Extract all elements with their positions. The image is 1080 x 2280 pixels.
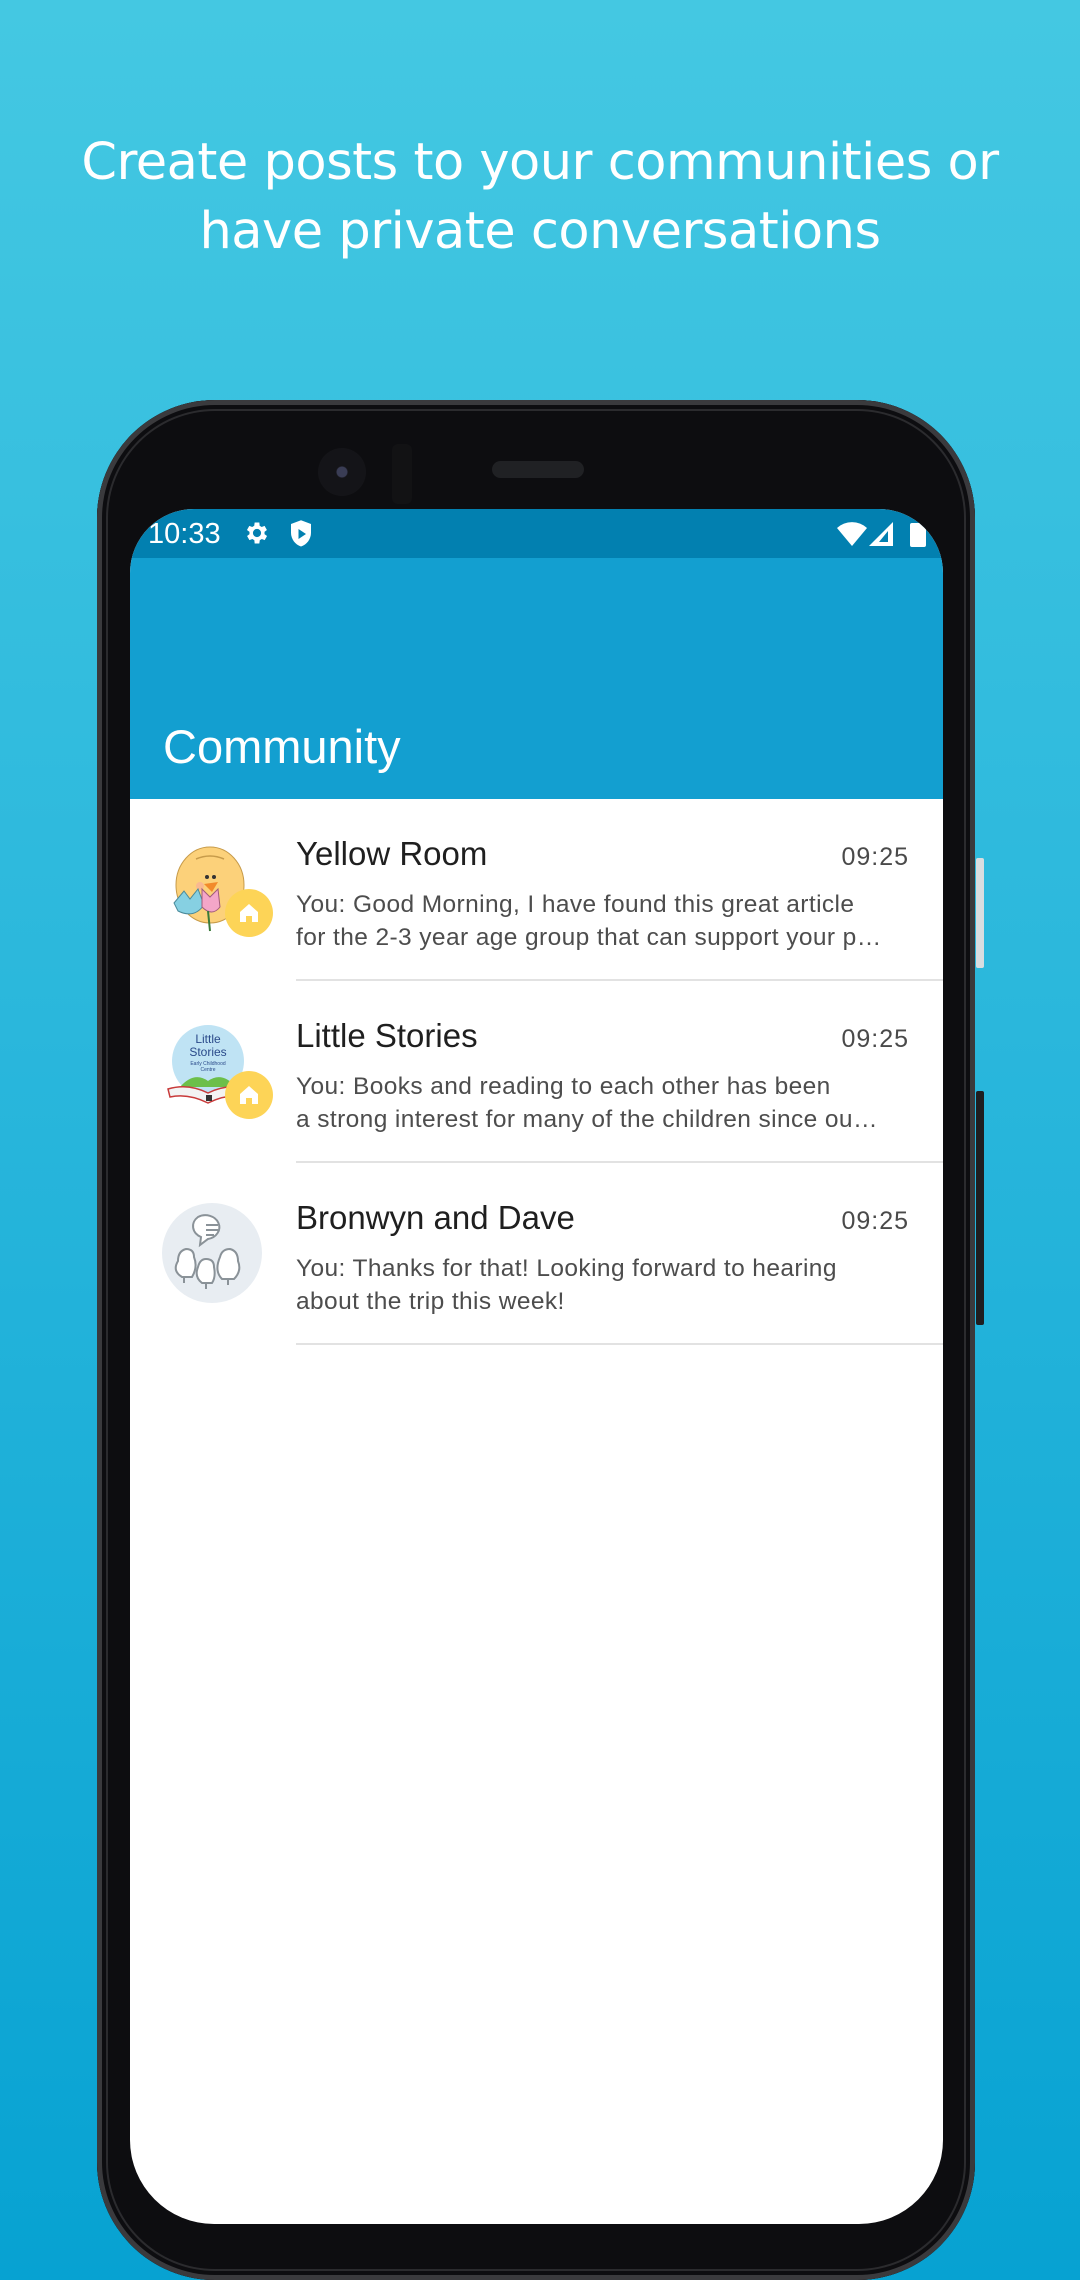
conversation-time: 09:25	[841, 843, 909, 871]
conversation-preview: You: Thanks for that! Looking forward to…	[296, 1252, 911, 1318]
battery-icon	[910, 521, 926, 552]
proximity-sensor	[392, 444, 412, 504]
community-badge	[225, 1071, 273, 1119]
preview-line-1: You: Good Morning, I have found this gre…	[296, 891, 855, 918]
conversation-name: Yellow Room	[296, 835, 488, 872]
preview-line-2: for the 2-3 year age group that can supp…	[296, 924, 882, 951]
preview-line-1: You: Books and reading to each other has…	[296, 1073, 831, 1100]
wifi-icon	[836, 521, 868, 552]
conversation-time: 09:25	[841, 1025, 909, 1053]
preview-line-2: about the trip this week!	[296, 1288, 565, 1315]
tab-children[interactable]	[130, 1974, 270, 2114]
conversation-row-bronwyn-and-dave[interactable]: Bronwyn and Dave 09:25 You: Thanks for t…	[130, 1163, 943, 1345]
status-time: 10:33	[148, 518, 221, 550]
conversation-list: Yellow Room 09:25 You: Good Morning, I h…	[130, 799, 943, 1345]
svg-text:Stories: Stories	[189, 1045, 226, 1059]
phone-screen: 10:33 Community Yellow Room 09:25 You: G…	[130, 509, 943, 2224]
home-icon	[240, 904, 258, 922]
conversation-preview: You: Books and reading to each other has…	[296, 1070, 911, 1136]
shield-play-icon	[288, 519, 314, 554]
cellular-signal-icon	[868, 521, 894, 552]
community-badge	[225, 889, 273, 937]
conversation-time: 09:25	[841, 1207, 909, 1235]
svg-text:Little: Little	[195, 1032, 221, 1046]
home-icon	[240, 1086, 258, 1104]
earpiece-speaker	[492, 461, 584, 478]
status-bar: 10:33	[130, 509, 943, 558]
conversation-name: Bronwyn and Dave	[296, 1199, 575, 1236]
conversation-preview: You: Good Morning, I have found this gre…	[296, 888, 911, 954]
app-bar: Community	[130, 558, 943, 799]
phone-volume-button	[976, 1091, 984, 1325]
phone-power-button	[976, 858, 984, 968]
preview-line-1: You: Thanks for that! Looking forward to…	[296, 1255, 837, 1282]
svg-text:Centre: Centre	[200, 1067, 215, 1073]
page-title: Community	[163, 720, 401, 773]
headline-line-2: have private conversations	[199, 202, 881, 261]
chatting-birds-avatar	[162, 1203, 262, 1303]
promo-headline: Create posts to your communities or have…	[0, 128, 1080, 266]
conversation-row-yellow-room[interactable]: Yellow Room 09:25 You: Good Morning, I h…	[130, 799, 943, 981]
conversation-name: Little Stories	[296, 1017, 478, 1054]
settings-icon	[243, 519, 271, 552]
conversation-row-little-stories[interactable]: Little Stories Early Childhood Centre Li…	[130, 981, 943, 1163]
divider	[296, 1343, 943, 1345]
front-camera	[318, 448, 366, 496]
bottom-navigation	[130, 1974, 943, 2114]
headline-line-1: Create posts to your communities or	[81, 133, 999, 192]
preview-line-2: a strong interest for many of the childr…	[296, 1106, 878, 1133]
